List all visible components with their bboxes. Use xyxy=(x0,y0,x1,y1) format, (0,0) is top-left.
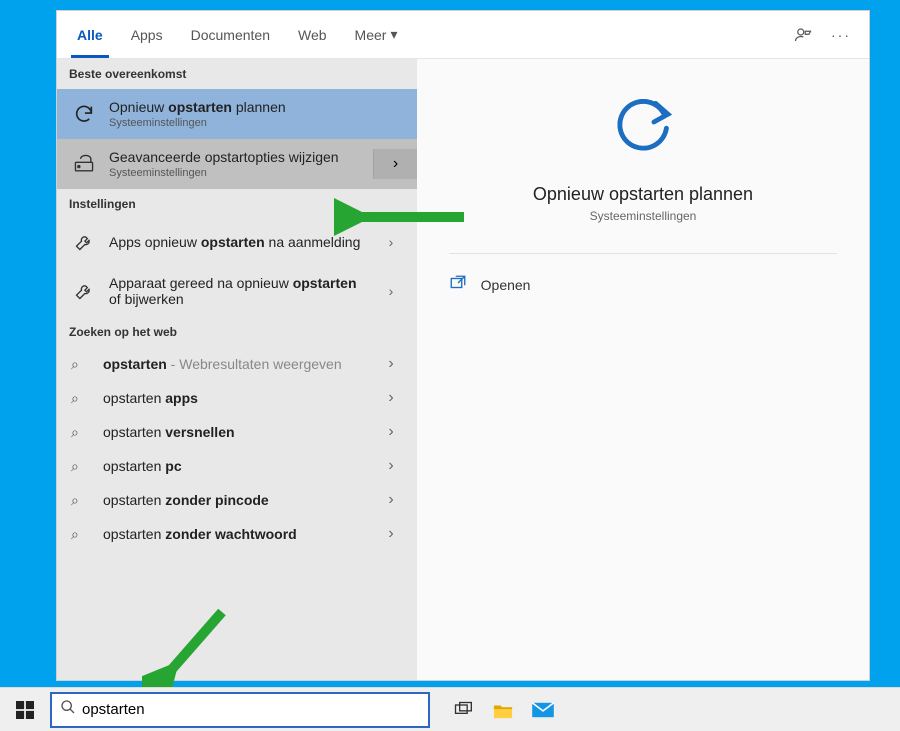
tab-more-label: Meer xyxy=(355,27,387,43)
web-result-title: opstarten apps xyxy=(103,390,367,406)
search-icon: ⌕ xyxy=(71,390,91,407)
mail-button[interactable] xyxy=(530,697,556,723)
chevron-right-icon[interactable]: › xyxy=(379,491,403,509)
chevron-right-icon[interactable]: › xyxy=(379,423,403,441)
search-input[interactable] xyxy=(82,701,420,718)
result-title: Opnieuw opstarten plannen xyxy=(109,99,403,115)
wrench-icon xyxy=(71,229,97,255)
feedback-icon[interactable] xyxy=(791,23,815,47)
result-setting[interactable]: Apparaat gereed na opnieuw opstarten of … xyxy=(57,265,417,317)
open-icon xyxy=(449,274,471,295)
web-header: Zoeken op het web xyxy=(57,317,417,347)
wrench-icon xyxy=(71,278,97,304)
chevron-down-icon: ▾ xyxy=(390,26,397,43)
preview-pane: Opnieuw opstarten plannen Systeeminstell… xyxy=(417,59,869,680)
taskbar-search[interactable] xyxy=(50,692,430,728)
open-label: Openen xyxy=(481,277,531,293)
search-icon: ⌕ xyxy=(71,526,91,543)
preview-title: Opnieuw opstarten plannen xyxy=(533,184,753,205)
web-result-title: opstarten pc xyxy=(103,458,367,474)
search-icon: ⌕ xyxy=(71,458,91,475)
result-advanced-startup[interactable]: Geavanceerde opstartopties wijzigen Syst… xyxy=(57,139,417,189)
tab-documents[interactable]: Documenten xyxy=(177,11,284,58)
search-icon: ⌕ xyxy=(71,492,91,509)
best-match-header: Beste overeenkomst xyxy=(57,59,417,89)
result-title: Apparaat gereed na opnieuw opstarten of … xyxy=(109,275,367,307)
chevron-right-icon[interactable]: › xyxy=(379,457,403,475)
restart-hero-icon xyxy=(604,83,682,166)
chevron-right-icon[interactable]: › xyxy=(379,355,403,373)
result-subtitle: Systeeminstellingen xyxy=(109,117,403,129)
result-best-match[interactable]: Opnieuw opstarten plannen Systeeminstell… xyxy=(57,89,417,139)
web-result[interactable]: ⌕ opstarten - Webresultaten weergeven › xyxy=(57,347,417,381)
filter-tabs: Alle Apps Documenten Web Meer ▾ ··· xyxy=(57,11,869,59)
web-result[interactable]: ⌕ opstarten pc › xyxy=(57,449,417,483)
results-column: Beste overeenkomst Opnieuw opstarten pla… xyxy=(57,59,417,680)
result-subtitle: Systeeminstellingen xyxy=(109,167,361,179)
web-result[interactable]: ⌕ opstarten zonder pincode › xyxy=(57,483,417,517)
tab-more[interactable]: Meer ▾ xyxy=(341,11,412,58)
restart-icon xyxy=(71,101,97,127)
web-result-title: opstarten versnellen xyxy=(103,424,367,440)
windows-icon xyxy=(16,701,34,719)
tab-all[interactable]: Alle xyxy=(63,11,117,58)
web-result[interactable]: ⌕ opstarten apps › xyxy=(57,381,417,415)
expand-button[interactable]: › xyxy=(373,149,417,179)
web-result-title: opstarten - Webresultaten weergeven xyxy=(103,356,367,372)
search-icon: ⌕ xyxy=(71,424,91,441)
more-options-icon[interactable]: ··· xyxy=(829,23,853,47)
web-result-title: opstarten zonder pincode xyxy=(103,492,367,508)
advanced-startup-icon xyxy=(71,151,97,177)
settings-header: Instellingen xyxy=(57,189,417,219)
tab-all-label: Alle xyxy=(77,27,103,43)
tab-apps-label: Apps xyxy=(131,27,163,43)
search-panel: Alle Apps Documenten Web Meer ▾ ··· Best… xyxy=(56,10,870,681)
result-title: Geavanceerde opstartopties wijzigen xyxy=(109,149,361,165)
chevron-right-icon: › xyxy=(393,155,398,173)
chevron-right-icon[interactable]: › xyxy=(379,283,403,299)
result-setting[interactable]: Apps opnieuw opstarten na aanmelding › xyxy=(57,219,417,265)
preview-subtitle: Systeeminstellingen xyxy=(590,209,697,223)
tab-apps[interactable]: Apps xyxy=(117,11,177,58)
web-result-title: opstarten zonder wachtwoord xyxy=(103,526,367,542)
tab-web[interactable]: Web xyxy=(284,11,341,58)
web-result[interactable]: ⌕ opstarten versnellen › xyxy=(57,415,417,449)
chevron-right-icon[interactable]: › xyxy=(379,525,403,543)
pinned-apps xyxy=(450,697,556,723)
divider xyxy=(449,253,838,254)
open-action[interactable]: Openen xyxy=(449,266,838,303)
tab-docs-label: Documenten xyxy=(191,27,270,43)
search-icon: ⌕ xyxy=(71,356,91,373)
task-view-button[interactable] xyxy=(450,697,476,723)
file-explorer-button[interactable] xyxy=(490,697,516,723)
chevron-right-icon[interactable]: › xyxy=(379,389,403,407)
tab-web-label: Web xyxy=(298,27,327,43)
chevron-right-icon[interactable]: › xyxy=(379,234,403,250)
taskbar xyxy=(0,687,900,731)
web-result[interactable]: ⌕ opstarten zonder wachtwoord › xyxy=(57,517,417,551)
start-button[interactable] xyxy=(6,691,44,729)
search-icon xyxy=(60,699,76,720)
result-title: Apps opnieuw opstarten na aanmelding xyxy=(109,234,367,250)
